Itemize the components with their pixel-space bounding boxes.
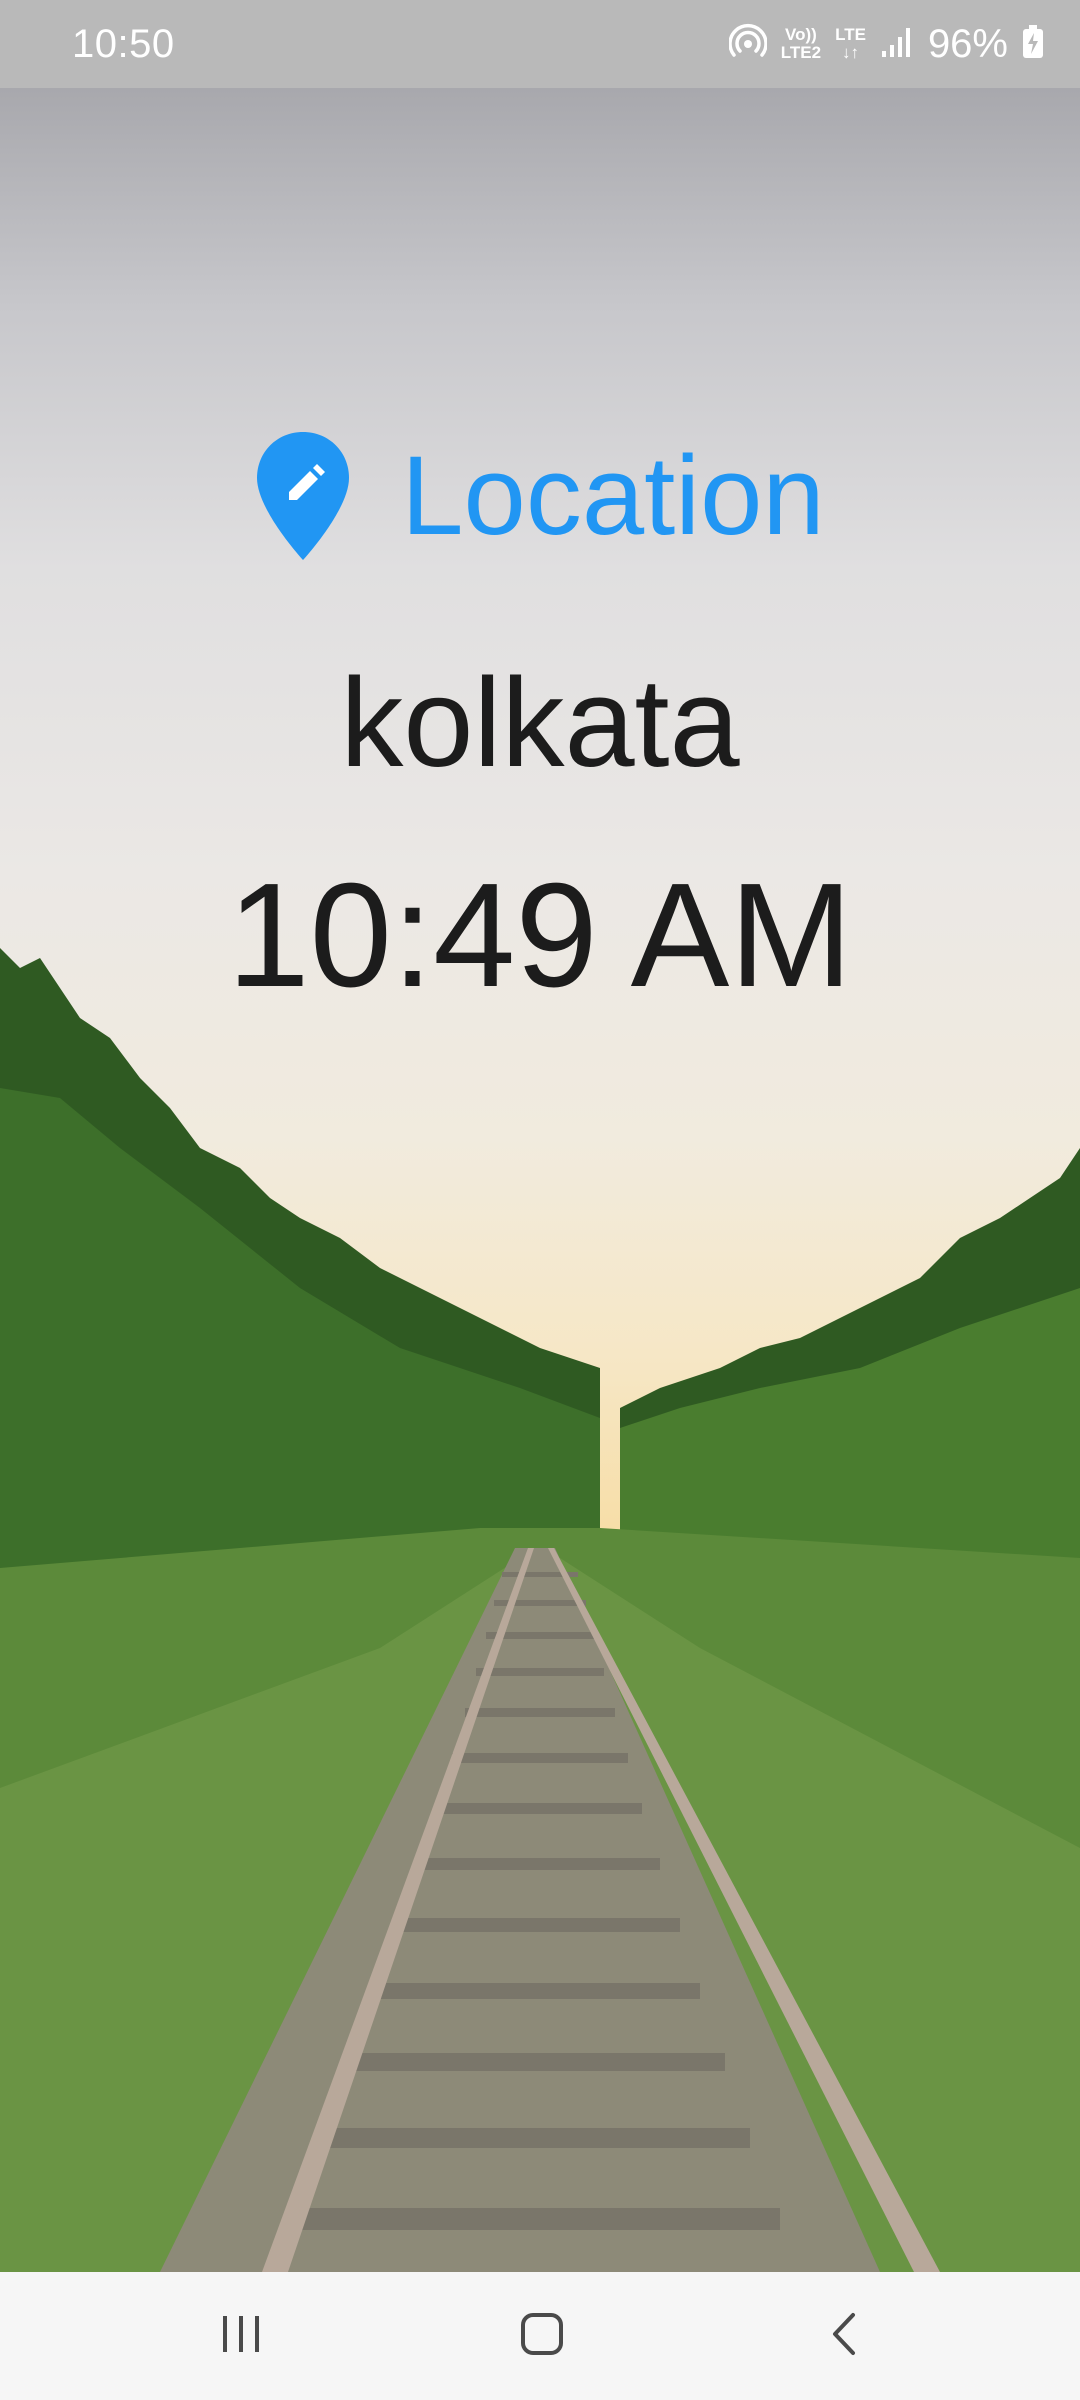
navigation-bar: [0, 2272, 1080, 2400]
back-button[interactable]: [800, 2300, 890, 2372]
lte-data-icon: LTE ↓↑: [835, 26, 866, 62]
location-pin-edit-icon[interactable]: [255, 430, 351, 562]
battery-charging-icon: [1022, 24, 1044, 64]
background-image: [0, 88, 1080, 2272]
lte-arrows: ↓↑: [842, 43, 859, 62]
city-name: kolkata: [340, 652, 740, 793]
status-time: 10:50: [72, 22, 175, 66]
home-button[interactable]: [497, 2300, 587, 2372]
location-header[interactable]: Location: [0, 430, 1080, 562]
home-icon: [519, 2311, 565, 2362]
status-icons: Vo)) LTE2 LTE ↓↑ 96%: [728, 18, 1044, 70]
battery-percent: 96%: [927, 21, 1008, 66]
status-bar: 10:50 Vo)) LTE2 LTE ↓↑ 96%: [0, 0, 1080, 88]
volte-icon: Vo)) LTE2: [781, 26, 821, 62]
location-label: Location: [401, 433, 825, 558]
recents-button[interactable]: [196, 2300, 286, 2372]
volte-bottom-label: LTE2: [780, 43, 822, 62]
city-time: 10:49 AM: [227, 853, 853, 1018]
lte-label: LTE: [835, 25, 866, 44]
volte-top-label: Vo)): [785, 25, 817, 44]
signal-icon: [880, 25, 914, 64]
hotspot-icon: [728, 23, 768, 66]
back-icon: [825, 2311, 865, 2362]
recents-icon: [219, 2312, 263, 2361]
